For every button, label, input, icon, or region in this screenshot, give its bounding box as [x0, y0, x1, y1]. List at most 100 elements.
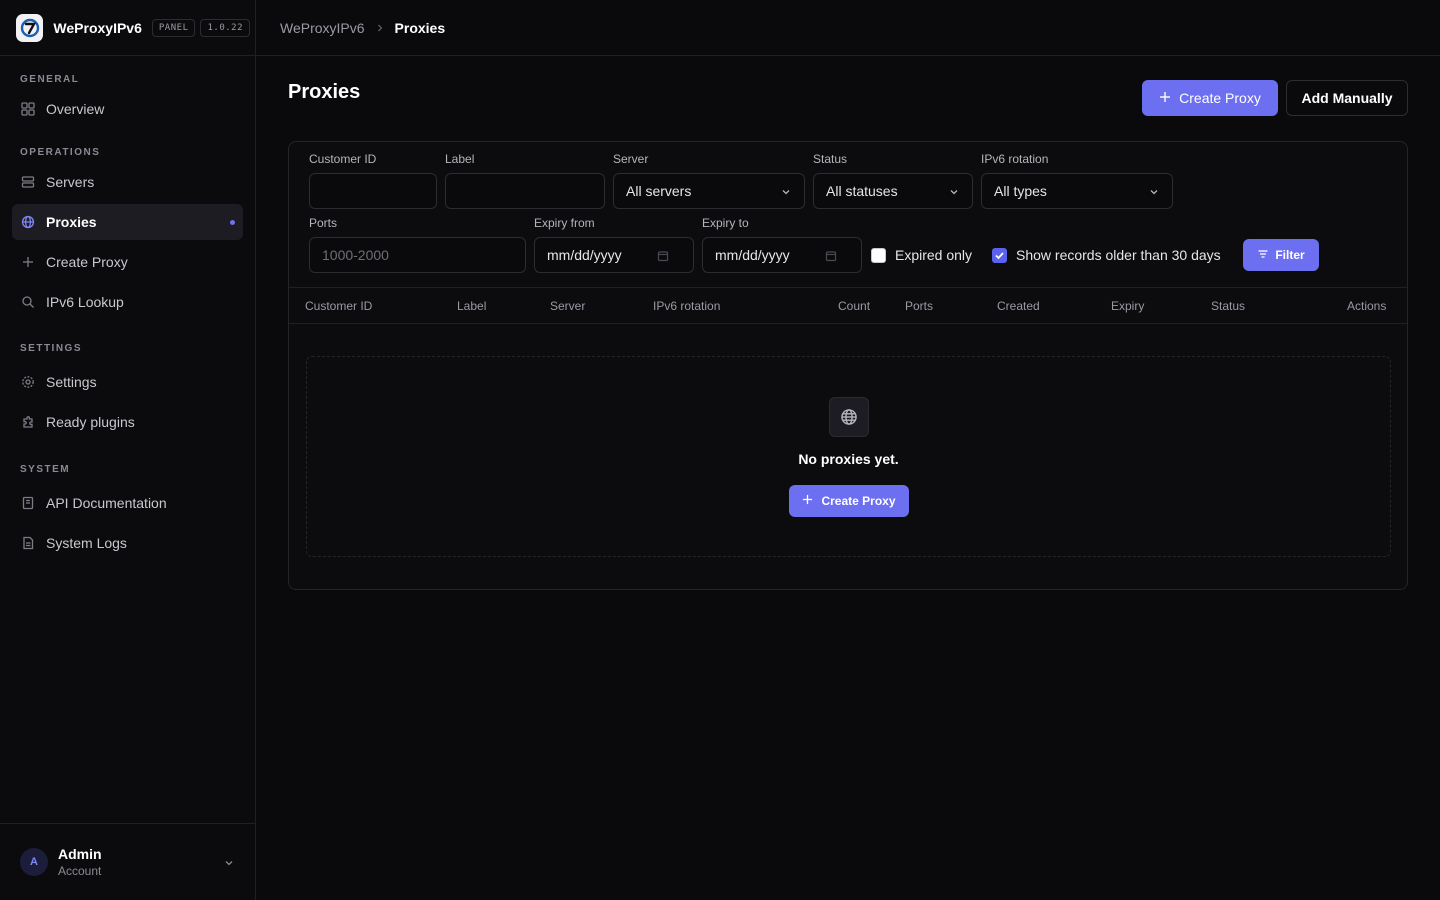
column-status[interactable]: Status — [1211, 299, 1245, 313]
column-created[interactable]: Created — [997, 299, 1040, 313]
sidebar-item-api-documentation[interactable]: API Documentation — [12, 485, 243, 521]
sidebar-item-ready-plugins[interactable]: Ready plugins — [12, 404, 243, 440]
plus-icon — [802, 494, 813, 508]
breadcrumb-root[interactable]: WeProxyIPv6 — [280, 20, 365, 36]
add-manually-button[interactable]: Add Manually — [1286, 80, 1408, 116]
status-select[interactable]: All statuses — [813, 173, 973, 209]
server-select[interactable]: All servers — [613, 173, 805, 209]
nav-system: SYSTEM API Documentation System Logs — [0, 463, 255, 561]
rotation-filter: IPv6 rotation All types — [981, 152, 1173, 209]
expiry-to-input[interactable]: mm/dd/yyyy — [702, 237, 862, 273]
expiry-to-label: Expiry to — [702, 216, 749, 230]
column-customer-id[interactable]: Customer ID — [305, 299, 372, 313]
file-icon — [20, 535, 36, 551]
sidebar-item-label: System Logs — [46, 535, 127, 551]
expiry-from-value: mm/dd/yyyy — [547, 247, 622, 263]
sidebar-item-create-proxy[interactable]: Create Proxy — [12, 244, 243, 280]
status-label: Status — [813, 152, 848, 166]
column-label[interactable]: Label — [457, 299, 486, 313]
column-ports[interactable]: Ports — [905, 299, 933, 313]
calendar-icon[interactable] — [825, 249, 837, 265]
label-input[interactable] — [445, 173, 605, 209]
server-select-value: All servers — [626, 183, 692, 199]
empty-state-text: No proxies yet. — [798, 451, 899, 467]
book-icon — [20, 495, 36, 511]
expiry-from-filter: Expiry from mm/dd/yyyy — [534, 216, 694, 273]
search-icon — [20, 294, 36, 310]
sidebar-item-proxies[interactable]: Proxies — [12, 204, 243, 240]
logo-icon — [16, 13, 44, 42]
customer-id-input[interactable] — [309, 173, 437, 209]
column-count[interactable]: Count — [838, 299, 870, 313]
status-filter: Status All statuses — [813, 152, 973, 209]
page-title: Proxies — [288, 81, 361, 103]
expiry-to-filter: Expiry to mm/dd/yyyy — [702, 216, 862, 273]
account-menu[interactable]: A Admin Account — [0, 823, 255, 900]
expired-only-checkbox[interactable]: Expired only — [871, 237, 972, 273]
label-filter-label: Label — [445, 152, 475, 166]
sidebar-item-settings[interactable]: Settings — [12, 364, 243, 400]
table-header: Customer ID Label Server IPv6 rotation C… — [289, 287, 1407, 324]
panel-badge: PANEL — [151, 18, 196, 37]
sidebar-item-label: Ready plugins — [46, 414, 135, 430]
expiry-from-label: Expiry from — [534, 216, 595, 230]
nav-operations: OPERATIONS Servers Proxies Create Proxy … — [0, 146, 255, 320]
column-expiry[interactable]: Expiry — [1111, 299, 1144, 313]
filter-button-label: Filter — [1275, 248, 1305, 262]
breadcrumb: WeProxyIPv6 Proxies — [280, 20, 445, 36]
account-subtitle: Account — [58, 864, 102, 878]
sidebar: WeProxyIPv6 PANEL 1.0.22 GENERAL Overvie… — [0, 0, 256, 900]
create-proxy-button[interactable]: Create Proxy — [1142, 80, 1278, 116]
empty-create-proxy-button[interactable]: Create Proxy — [789, 485, 909, 517]
calendar-icon[interactable] — [657, 249, 669, 265]
section-label-general: GENERAL — [20, 74, 80, 85]
active-indicator — [230, 220, 235, 225]
filter-button[interactable]: Filter — [1243, 239, 1319, 271]
section-label-settings: SETTINGS — [20, 343, 83, 354]
chevron-down-icon — [223, 856, 235, 872]
rotation-label: IPv6 rotation — [981, 152, 1049, 166]
sidebar-item-label: Proxies — [46, 214, 97, 230]
sidebar-item-label: API Documentation — [46, 495, 167, 511]
gear-icon — [20, 374, 36, 390]
nav-settings: SETTINGS Settings Ready plugins — [0, 342, 255, 440]
checkbox-checked-icon[interactable] — [992, 247, 1007, 263]
avatar: A — [20, 848, 48, 876]
rotation-select-value: All types — [994, 183, 1047, 199]
checkbox-unchecked-icon[interactable] — [871, 247, 886, 263]
brand[interactable]: WeProxyIPv6 PANEL 1.0.22 — [0, 0, 255, 56]
chevron-down-icon — [948, 185, 960, 201]
server-filter: Server All servers — [613, 152, 805, 209]
column-server[interactable]: Server — [550, 299, 585, 313]
sidebar-item-label: Overview — [46, 101, 105, 117]
server-label: Server — [613, 152, 649, 166]
sidebar-item-servers[interactable]: Servers — [12, 164, 243, 200]
sidebar-item-overview[interactable]: Overview — [12, 91, 243, 127]
column-actions: Actions — [1347, 299, 1387, 313]
create-proxy-label: Create Proxy — [1179, 90, 1261, 106]
ports-label: Ports — [309, 216, 338, 230]
customer-id-label: Customer ID — [309, 152, 377, 166]
app-name: WeProxyIPv6 — [53, 19, 142, 36]
sidebar-item-label: Servers — [46, 174, 95, 190]
column-ipv6-rotation[interactable]: IPv6 rotation — [653, 299, 720, 313]
topbar: WeProxyIPv6 Proxies — [256, 0, 1440, 56]
expiry-from-input[interactable]: mm/dd/yyyy — [534, 237, 694, 273]
grid-icon — [20, 101, 36, 117]
nav-general: GENERAL Overview — [0, 73, 255, 127]
status-select-value: All statuses — [826, 183, 898, 199]
sidebar-item-ipv6-lookup[interactable]: IPv6 Lookup — [12, 284, 243, 320]
expired-only-label: Expired only — [895, 247, 973, 263]
ports-input[interactable]: 1000-2000 — [309, 237, 526, 273]
show-older-label: Show records older than 30 days — [1016, 247, 1221, 263]
show-older-checkbox[interactable]: Show records older than 30 days — [992, 237, 1221, 273]
sidebar-item-label: Create Proxy — [46, 254, 128, 270]
rotation-select[interactable]: All types — [981, 173, 1173, 209]
section-label-operations: OPERATIONS — [20, 147, 101, 158]
label-filter: Label — [445, 152, 605, 209]
chevron-right-icon — [375, 23, 385, 33]
filter-icon — [1257, 248, 1269, 263]
puzzle-icon — [20, 414, 36, 430]
chevron-down-icon — [780, 185, 792, 201]
sidebar-item-system-logs[interactable]: System Logs — [12, 525, 243, 561]
